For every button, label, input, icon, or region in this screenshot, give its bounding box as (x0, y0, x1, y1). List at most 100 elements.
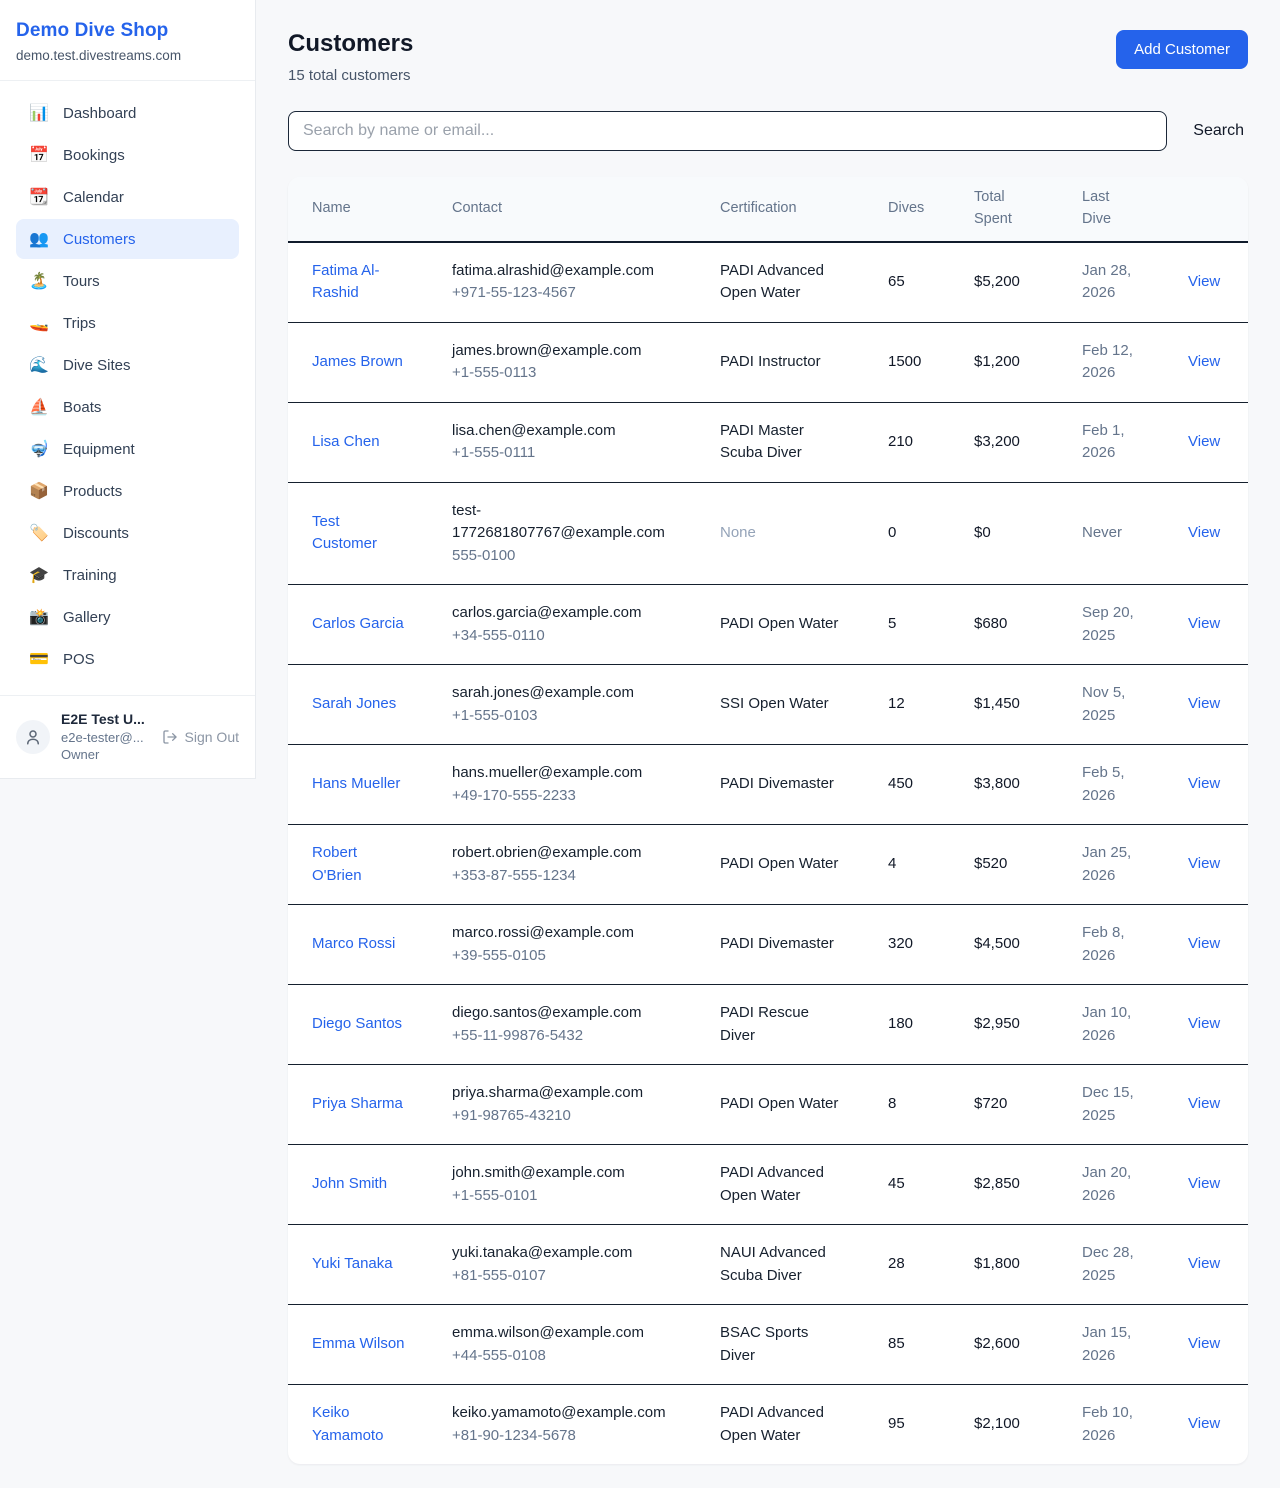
col-header-last-dive: Last Dive (1070, 177, 1176, 242)
view-customer-link[interactable]: View (1188, 615, 1220, 632)
package-icon: 📦 (28, 481, 50, 501)
sidebar-item-boats[interactable]: ⛵Boats (16, 387, 239, 427)
sidebar-item-pos[interactable]: 💳POS (16, 639, 239, 679)
customer-name-link[interactable]: Sarah Jones (312, 695, 396, 712)
table-row: Lisa Chenlisa.chen@example.com+1-555-011… (288, 402, 1248, 482)
customer-dives: 450 (888, 775, 913, 792)
view-customer-link[interactable]: View (1188, 353, 1220, 370)
customer-total-spent: $520 (974, 855, 1007, 872)
sidebar-item-products[interactable]: 📦 Products (16, 471, 239, 511)
view-customer-link[interactable]: View (1188, 775, 1220, 792)
customer-email: lisa.chen@example.com (452, 420, 680, 443)
island-icon: 🏝️ (28, 271, 50, 291)
sidebar-item-discounts[interactable]: 🏷️Discounts (16, 513, 239, 553)
sidebar-header: Demo Dive Shop demo.test.divestreams.com (0, 0, 255, 81)
sidebar-item-label: Equipment (63, 441, 135, 458)
table-row: Emma Wilsonemma.wilson@example.com+44-55… (288, 1305, 1248, 1385)
customer-email: diego.santos@example.com (452, 1002, 680, 1025)
sidebar-item-label: Bookings (63, 147, 125, 164)
view-customer-link[interactable]: View (1188, 935, 1220, 952)
search-input[interactable] (288, 111, 1167, 151)
view-customer-link[interactable]: View (1188, 1335, 1220, 1352)
customer-phone: +81-90-1234-5678 (452, 1425, 680, 1448)
customer-name-link[interactable]: Diego Santos (312, 1015, 402, 1032)
customer-phone: +34-555-0110 (452, 625, 680, 648)
customer-name-link[interactable]: Hans Mueller (312, 775, 400, 792)
customer-dives: 320 (888, 935, 913, 952)
customer-dives: 85 (888, 1335, 905, 1352)
col-header-actions (1176, 177, 1248, 242)
view-customer-link[interactable]: View (1188, 1255, 1220, 1272)
sidebar-item-dashboard[interactable]: 📊Dashboard (16, 93, 239, 133)
view-customer-link[interactable]: View (1188, 1415, 1220, 1432)
view-customer-link[interactable]: View (1188, 1015, 1220, 1032)
sidebar-item-dive-sites[interactable]: 🌊Dive Sites (16, 345, 239, 385)
customer-name-link[interactable]: John Smith (312, 1175, 387, 1192)
search-row: Search (288, 111, 1248, 151)
sidebar-item-customers[interactable]: 👥Customers (16, 219, 239, 259)
speedboat-icon: 🚤 (28, 313, 50, 333)
customer-dives: 65 (888, 273, 905, 290)
customer-certification: PADI Advanced Open Water (720, 1164, 824, 1204)
view-customer-link[interactable]: View (1188, 855, 1220, 872)
customer-name-link[interactable]: Marco Rossi (312, 935, 395, 952)
customers-table: Name Contact Certification Dives Total S… (288, 177, 1248, 1464)
view-customer-link[interactable]: View (1188, 433, 1220, 450)
add-customer-button[interactable]: Add Customer (1116, 30, 1248, 69)
customer-certification: PADI Open Water (720, 1095, 838, 1112)
search-button[interactable]: Search (1189, 114, 1248, 148)
page-header: Customers 15 total customers Add Custome… (288, 30, 1248, 84)
sidebar-item-calendar[interactable]: 📆Calendar (16, 177, 239, 217)
sidebar-item-label: Customers (63, 231, 136, 248)
sidebar-item-equipment[interactable]: 🤿 Equipment (16, 429, 239, 469)
view-customer-link[interactable]: View (1188, 524, 1220, 541)
customer-name-link[interactable]: Fatima Al-Rashid (312, 262, 380, 302)
customer-phone: +91-98765-43210 (452, 1105, 680, 1128)
customer-name-link[interactable]: Keiko Yamamoto (312, 1404, 383, 1444)
sidebar-item-tours[interactable]: 🏝️Tours (16, 261, 239, 301)
view-customer-link[interactable]: View (1188, 1095, 1220, 1112)
customer-dives: 45 (888, 1175, 905, 1192)
tear-off-calendar-icon: 📆 (28, 187, 50, 207)
view-customer-link[interactable]: View (1188, 695, 1220, 712)
sidebar-item-bookings[interactable]: 📅Bookings (16, 135, 239, 175)
customer-name-link[interactable]: Lisa Chen (312, 433, 380, 450)
sidebar-item-label: Trips (63, 315, 96, 332)
table-row: Marco Rossimarco.rossi@example.com+39-55… (288, 905, 1248, 985)
customer-total-spent: $2,850 (974, 1175, 1020, 1192)
customer-last-dive: Feb 1, 2026 (1082, 422, 1125, 462)
customer-certification: None (720, 524, 756, 541)
view-customer-link[interactable]: View (1188, 273, 1220, 290)
sidebar-item-training[interactable]: 🎓Training (16, 555, 239, 595)
customer-name-link[interactable]: Yuki Tanaka (312, 1255, 393, 1272)
page-title: Customers (288, 30, 413, 58)
customer-name-link[interactable]: Priya Sharma (312, 1095, 403, 1112)
customer-name-link[interactable]: James Brown (312, 353, 403, 370)
sidebar-item-trips[interactable]: 🚤 Trips (16, 303, 239, 343)
sailboat-icon: ⛵ (28, 397, 50, 417)
customer-last-dive: Jan 28, 2026 (1082, 262, 1131, 302)
table-row: Yuki Tanakayuki.tanaka@example.com+81-55… (288, 1225, 1248, 1305)
customer-dives: 4 (888, 855, 896, 872)
customer-name-link[interactable]: Robert O'Brien (312, 844, 362, 884)
table-row: Keiko Yamamotokeiko.yamamoto@example.com… (288, 1385, 1248, 1465)
customer-name-link[interactable]: Carlos Garcia (312, 615, 404, 632)
customer-total-spent: $3,800 (974, 775, 1020, 792)
customer-name-link[interactable]: Test Customer (312, 513, 377, 553)
customer-name-link[interactable]: Emma Wilson (312, 1335, 405, 1352)
col-header-certification: Certification (708, 177, 876, 242)
diving-mask-icon: 🤿 (28, 439, 50, 459)
customer-certification: PADI Open Water (720, 855, 838, 872)
sidebar-item-label: Products (63, 483, 122, 500)
user-icon (24, 728, 42, 746)
sidebar-item-label: Dashboard (63, 105, 136, 122)
customer-total-spent: $2,600 (974, 1335, 1020, 1352)
sidebar-item-label: Training (63, 567, 117, 584)
sign-out-button[interactable]: Sign Out (162, 729, 239, 745)
table-row: Priya Sharmapriya.sharma@example.com+91-… (288, 1065, 1248, 1145)
sidebar-item-gallery[interactable]: 📸Gallery (16, 597, 239, 637)
customer-certification: PADI Divemaster (720, 935, 834, 952)
customer-certification: NAUI Advanced Scuba Diver (720, 1244, 826, 1284)
customer-email: fatima.alrashid@example.com (452, 260, 680, 283)
view-customer-link[interactable]: View (1188, 1175, 1220, 1192)
